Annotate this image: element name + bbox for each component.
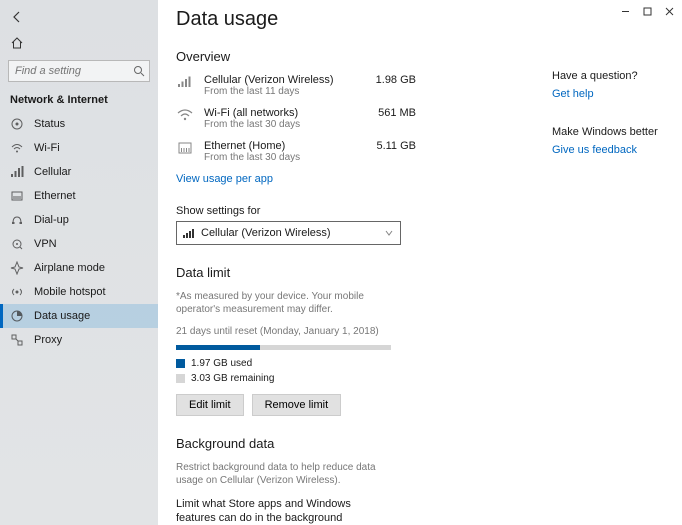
chevron-down-icon: [384, 228, 394, 238]
show-settings-label: Show settings for: [176, 205, 534, 217]
overview-value: 5.11 GB: [376, 140, 416, 152]
used-label: 1.97 GB used: [191, 358, 252, 369]
sidebar-item-label: Dial-up: [34, 214, 69, 226]
ethernet-icon: [10, 189, 24, 203]
dial-up-icon: [10, 213, 24, 227]
sidebar-item-label: Status: [34, 118, 65, 130]
limit-store-label: Limit what Store apps and Windows featur…: [176, 497, 391, 525]
wifi-icon: [176, 107, 194, 121]
back-button[interactable]: [8, 8, 26, 26]
cellular-icon: [183, 228, 195, 238]
question-heading: Have a question?: [552, 70, 674, 82]
sidebar-item-cellular[interactable]: Cellular: [0, 160, 158, 184]
overview-value: 1.98 GB: [376, 74, 416, 86]
sidebar-item-label: Cellular: [34, 166, 71, 178]
wi-fi-icon: [10, 141, 24, 155]
sidebar-item-label: VPN: [34, 238, 57, 250]
get-help-link[interactable]: Get help: [552, 88, 674, 100]
feedback-link[interactable]: Give us feedback: [552, 144, 674, 156]
overview-name: Wi-Fi (all networks): [204, 107, 368, 119]
status-icon: [10, 117, 24, 131]
data-limit-heading: Data limit: [176, 265, 534, 280]
data-usage-icon: [10, 309, 24, 323]
search-input[interactable]: [8, 60, 150, 82]
sidebar-item-mobile-hotspot[interactable]: Mobile hotspot: [0, 280, 158, 304]
used-swatch: [176, 359, 185, 368]
sidebar-item-label: Airplane mode: [34, 262, 105, 274]
sidebar-item-vpn[interactable]: VPN: [0, 232, 158, 256]
overview-item: Cellular (Verizon Wireless)From the last…: [176, 74, 416, 97]
proxy-icon: [10, 333, 24, 347]
edit-limit-button[interactable]: Edit limit: [176, 394, 244, 416]
background-desc: Restrict background data to help reduce …: [176, 461, 401, 487]
remaining-swatch: [176, 374, 185, 383]
overview-value: 561 MB: [378, 107, 416, 119]
sidebar-item-label: Ethernet: [34, 190, 76, 202]
sidebar-item-dial-up[interactable]: Dial-up: [0, 208, 158, 232]
show-settings-value: Cellular (Verizon Wireless): [201, 227, 331, 239]
sidebar-item-label: Data usage: [34, 310, 90, 322]
overview-name: Ethernet (Home): [204, 140, 366, 152]
data-limit-desc: *As measured by your device. Your mobile…: [176, 290, 401, 316]
remove-limit-button[interactable]: Remove limit: [252, 394, 342, 416]
category-heading: Network & Internet: [0, 86, 158, 112]
feedback-heading: Make Windows better: [552, 126, 674, 138]
data-limit-progress: [176, 345, 391, 350]
home-button[interactable]: [8, 34, 26, 52]
show-settings-select[interactable]: Cellular (Verizon Wireless): [176, 221, 401, 245]
vpn-icon: [10, 237, 24, 251]
page-title: Data usage: [176, 8, 534, 31]
overview-heading: Overview: [176, 49, 534, 64]
sidebar-item-proxy[interactable]: Proxy: [0, 328, 158, 352]
sidebar-item-label: Wi-Fi: [34, 142, 60, 154]
ethernet-icon: [176, 140, 194, 154]
sidebar-item-wi-fi[interactable]: Wi-Fi: [0, 136, 158, 160]
overview-sub: From the last 11 days: [204, 86, 366, 97]
overview-item: Ethernet (Home)From the last 30 days 5.11…: [176, 140, 416, 163]
remaining-label: 3.03 GB remaining: [191, 373, 274, 384]
sidebar-item-airplane-mode[interactable]: Airplane mode: [0, 256, 158, 280]
sidebar-item-label: Mobile hotspot: [34, 286, 106, 298]
overview-item: Wi-Fi (all networks)From the last 30 day…: [176, 107, 416, 130]
cellular-icon: [176, 74, 194, 88]
sidebar-item-status[interactable]: Status: [0, 112, 158, 136]
overview-name: Cellular (Verizon Wireless): [204, 74, 366, 86]
background-heading: Background data: [176, 436, 534, 451]
sidebar-item-label: Proxy: [34, 334, 62, 346]
sidebar-item-ethernet[interactable]: Ethernet: [0, 184, 158, 208]
airplane-mode-icon: [10, 261, 24, 275]
sidebar-item-data-usage[interactable]: Data usage: [0, 304, 158, 328]
cellular-icon: [10, 165, 24, 179]
close-button[interactable]: [658, 2, 680, 20]
maximize-button[interactable]: [636, 2, 658, 20]
view-usage-link[interactable]: View usage per app: [176, 173, 534, 185]
minimize-button[interactable]: [614, 2, 636, 20]
reset-line: 21 days until reset (Monday, January 1, …: [176, 326, 534, 337]
mobile-hotspot-icon: [10, 285, 24, 299]
overview-sub: From the last 30 days: [204, 119, 368, 130]
overview-sub: From the last 30 days: [204, 152, 366, 163]
